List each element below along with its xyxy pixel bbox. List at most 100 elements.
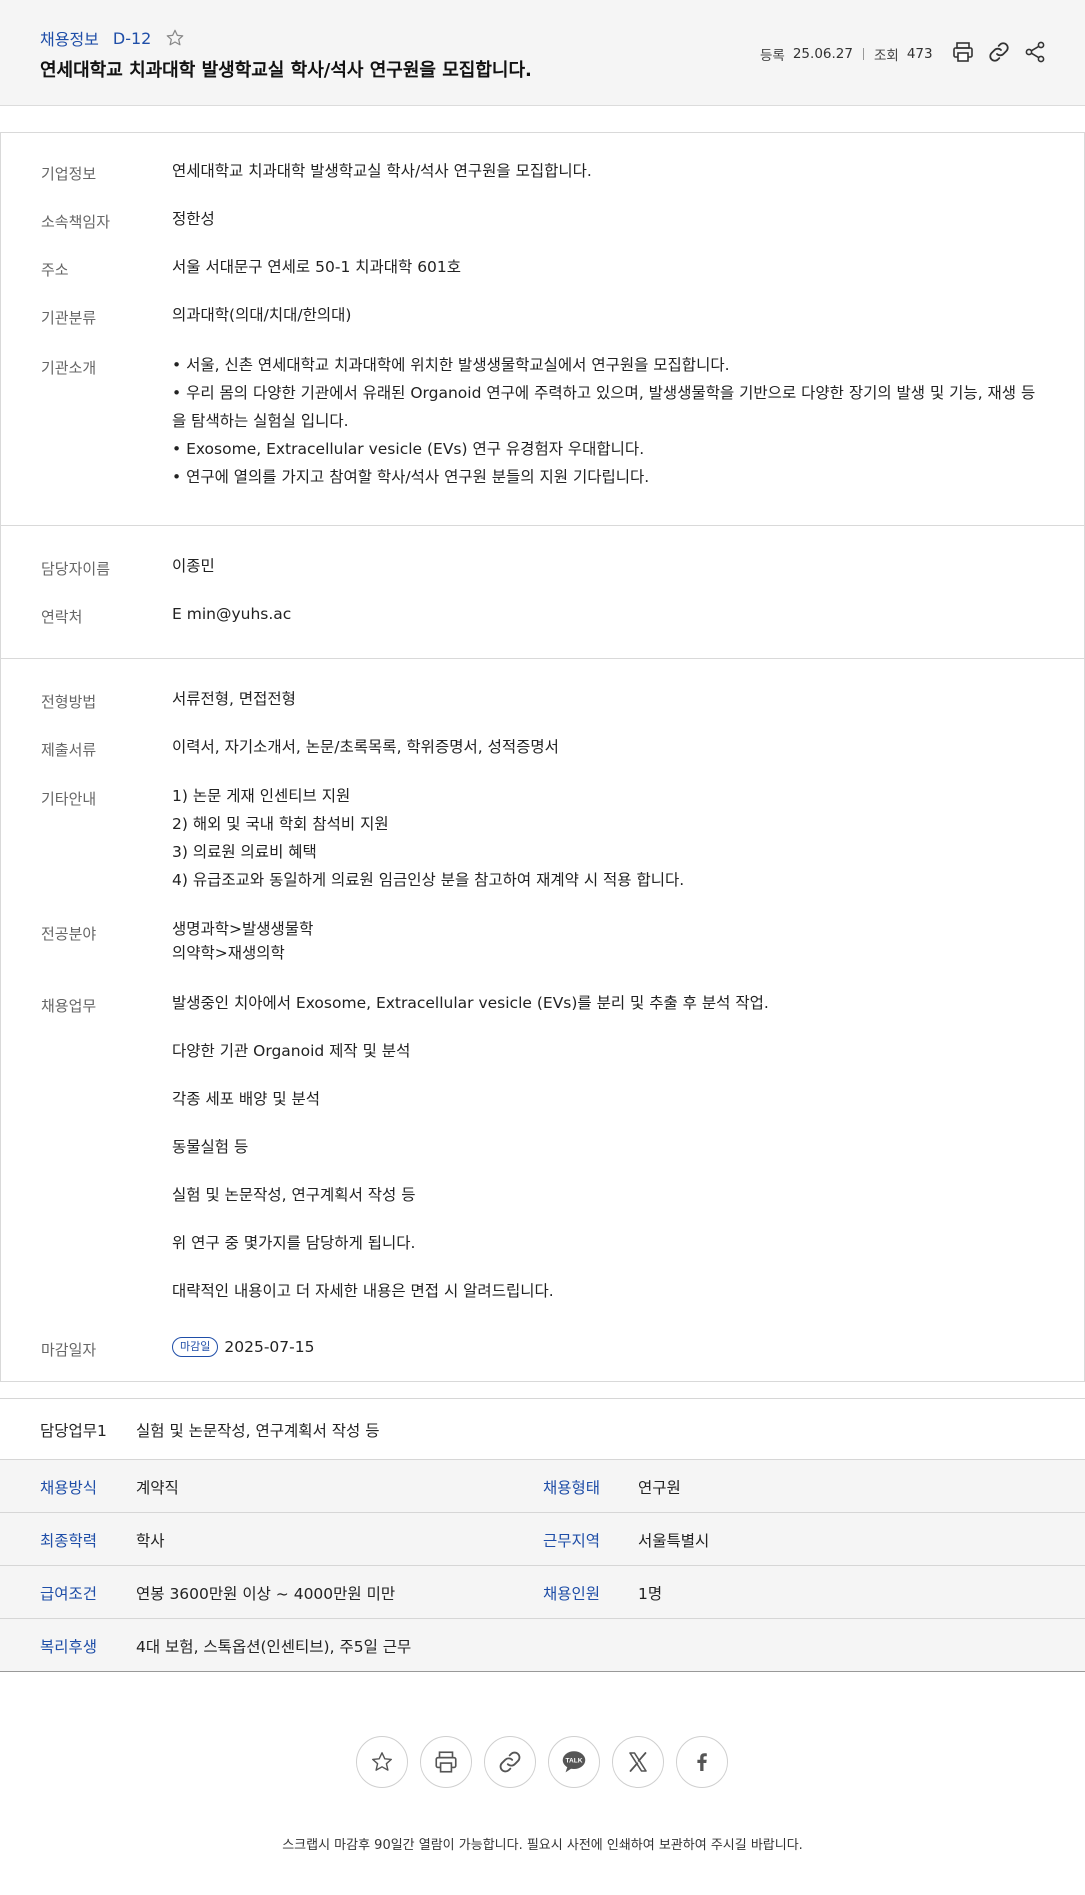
duty-line: 동물실험 등: [172, 1138, 249, 1156]
summary-row: 채용방식 계약직 채용형태 연구원: [0, 1460, 1085, 1513]
print-icon: [435, 1751, 457, 1773]
process-value: 이력서, 자기소개서, 논문/초록목록, 학위증명서, 성적증명서: [172, 738, 559, 756]
post-header: 채용정보 D-12 연세대학교 치과대학 발생학교실 학사/석사 연구원을 모집…: [0, 0, 1085, 106]
intro-line: • Exosome, Extracellular vesicle (EVs) 연…: [172, 440, 645, 458]
svg-text:TALK: TALK: [566, 1757, 583, 1764]
etc-line: 1) 논문 게재 인센티브 지원: [172, 787, 351, 805]
x-icon: [629, 1752, 647, 1772]
summary-value: 서울특별시: [638, 1532, 710, 1550]
intro-value: • 서울, 신촌 연세대학교 치과대학에 위치한 발생생물학교실에서 연구원을 …: [172, 351, 1042, 491]
post-meta: 등록 25.06.27 조회 473: [760, 44, 933, 64]
summary-key: 급여조건: [40, 1585, 98, 1603]
reg-date: 25.06.27: [792, 46, 853, 62]
page-title: 연세대학교 치과대학 발생학교실 학사/석사 연구원을 모집합니다.: [40, 60, 532, 81]
deadline-date: 2025-07-15: [224, 1338, 315, 1356]
view-count: 473: [906, 46, 933, 62]
info-value: 연세대학교 치과대학 발생학교실 학사/석사 연구원을 모집합니다.: [172, 162, 592, 180]
contact-email[interactable]: E min@yuhs.ac: [172, 600, 1042, 628]
summary-duty-value: 실험 및 논문작성, 연구계획서 작성 등: [136, 1422, 380, 1440]
contact-key: 담당자이름: [41, 560, 111, 578]
major-line: 의약학>재생의학: [172, 944, 285, 962]
summary-key: 최종학력: [40, 1532, 98, 1550]
deadline-key: 마감일자: [41, 1341, 97, 1359]
info-key: 소속책임자: [41, 213, 111, 231]
duty-line: 위 연구 중 몇가지를 담당하게 됩니다.: [172, 1234, 416, 1252]
major-line: 생명과학>발생생물학: [172, 920, 314, 938]
intro-line: • 연구에 열의를 가지고 참여할 학사/석사 연구원 분들의 지원 기다립니다…: [172, 468, 650, 486]
info-value: 서울 서대문구 연세로 50-1 치과대학 601호: [172, 258, 462, 276]
summary-key: 복리후생: [40, 1638, 98, 1656]
info-key: 기관분류: [41, 309, 97, 327]
duty-line: 실험 및 논문작성, 연구계획서 작성 등: [172, 1186, 416, 1204]
star-icon: [372, 1752, 392, 1771]
copy-link-button[interactable]: [484, 1736, 536, 1788]
summary-row: 최종학력 학사 근무지역 서울특별시: [0, 1513, 1085, 1566]
share-bar: TALK: [356, 1736, 728, 1788]
section-divider: [1, 658, 1085, 659]
contact-key: 연락처: [41, 608, 83, 626]
etc-line: 4) 유급조교와 동일하게 의료원 임금인상 분을 참고하여 재계약 시 적용 …: [172, 871, 685, 889]
meta-divider: [862, 48, 864, 60]
process-key: 전형방법: [41, 693, 97, 711]
scrap-notice: 스크랩시 마감후 90일간 열람이 가능합니다. 필요시 사전에 인쇄하여 보관…: [282, 1838, 803, 1853]
summary-value: 4대 보험, 스톡옵션(인센티브), 주5일 근무: [136, 1638, 412, 1656]
info-value: 의과대학(의대/치대/한의대): [172, 306, 352, 324]
detail-card: 기업정보 연세대학교 치과대학 발생학교실 학사/석사 연구원을 모집합니다. …: [0, 132, 1085, 1382]
dday-label: D-12: [112, 28, 152, 48]
reg-label: 등록: [760, 48, 785, 64]
star-icon[interactable]: [165, 28, 185, 48]
info-key: 기업정보: [41, 165, 97, 183]
summary-value: 학사: [136, 1532, 165, 1550]
facebook-icon: [697, 1753, 707, 1771]
duty-value: 발생중인 치아에서 Exosome, Extracellular vesicle…: [172, 979, 1042, 1315]
post-header-top: 채용정보 D-12: [40, 26, 185, 50]
category-link[interactable]: 채용정보: [40, 26, 99, 50]
info-value: 정한성: [172, 210, 215, 228]
process-key: 제출서류: [41, 741, 97, 759]
kakaotalk-icon: TALK: [562, 1751, 586, 1773]
deadline-badge: 마감일: [172, 1337, 219, 1357]
x-share-button[interactable]: [612, 1736, 664, 1788]
print-button[interactable]: [420, 1736, 472, 1788]
info-key: 주소: [41, 261, 69, 279]
duty-key: 채용업무: [41, 997, 97, 1015]
intro-line: • 서울, 신촌 연세대학교 치과대학에 위치한 발생생물학교실에서 연구원을 …: [172, 356, 730, 374]
summary-value: 연봉 3600만원 이상 ~ 4000만원 미만: [136, 1585, 396, 1603]
scrap-button[interactable]: [356, 1736, 408, 1788]
print-icon[interactable]: [951, 40, 975, 64]
summary-duty-row: 담당업무1 실험 및 논문작성, 연구계획서 작성 등: [0, 1398, 1085, 1460]
view-label: 조회: [873, 48, 899, 64]
duty-line: 발생중인 치아에서 Exosome, Extracellular vesicle…: [172, 994, 769, 1012]
summary-key: 채용방식: [40, 1479, 98, 1497]
process-value: 서류전형, 면접전형: [172, 690, 296, 708]
duty-line: 다양한 기관 Organoid 제작 및 분석: [172, 1042, 411, 1060]
link-icon: [499, 1751, 521, 1773]
etc-value: 1) 논문 게재 인센티브 지원 2) 해외 및 국내 학회 참석비 지원 3)…: [172, 782, 1042, 894]
summary-row: 복리후생 4대 보험, 스톡옵션(인센티브), 주5일 근무: [0, 1619, 1085, 1672]
summary-row: 급여조건 연봉 3600만원 이상 ~ 4000만원 미만 채용인원 1명: [0, 1566, 1085, 1619]
summary-duty-key: 담당업무1: [40, 1422, 107, 1440]
kakaotalk-share-button[interactable]: TALK: [548, 1736, 600, 1788]
duty-line: 대략적인 내용이고 더 자세한 내용은 면접 시 알려드립니다.: [172, 1282, 554, 1300]
etc-key: 기타안내: [41, 790, 97, 808]
etc-line: 3) 의료원 의료비 혜택: [172, 843, 317, 861]
summary-key: 채용형태: [543, 1479, 601, 1497]
contact-value: 이종민: [172, 557, 215, 575]
major-key: 전공분야: [41, 925, 97, 943]
summary-key: 근무지역: [543, 1532, 601, 1550]
summary-value: 1명: [638, 1585, 663, 1603]
intro-key: 기관소개: [41, 359, 97, 377]
section-divider: [1, 525, 1085, 526]
etc-line: 2) 해외 및 국내 학회 참석비 지원: [172, 815, 389, 833]
intro-line: • 우리 몸의 다양한 기관에서 유래된 Organoid 연구에 주력하고 있…: [172, 384, 1036, 430]
summary-key: 채용인원: [543, 1585, 601, 1603]
summary-value: 계약직: [136, 1479, 179, 1497]
share-icon[interactable]: [1023, 40, 1047, 64]
header-actions: [951, 40, 1047, 64]
major-value: 생명과학>발생생물학 의약학>재생의학: [172, 917, 1042, 965]
facebook-share-button[interactable]: [676, 1736, 728, 1788]
summary-value: 연구원: [638, 1479, 681, 1497]
link-icon[interactable]: [987, 40, 1011, 64]
deadline-value: 마감일 2025-07-15: [172, 1333, 1042, 1361]
duty-line: 각종 세포 배양 및 분석: [172, 1090, 321, 1108]
